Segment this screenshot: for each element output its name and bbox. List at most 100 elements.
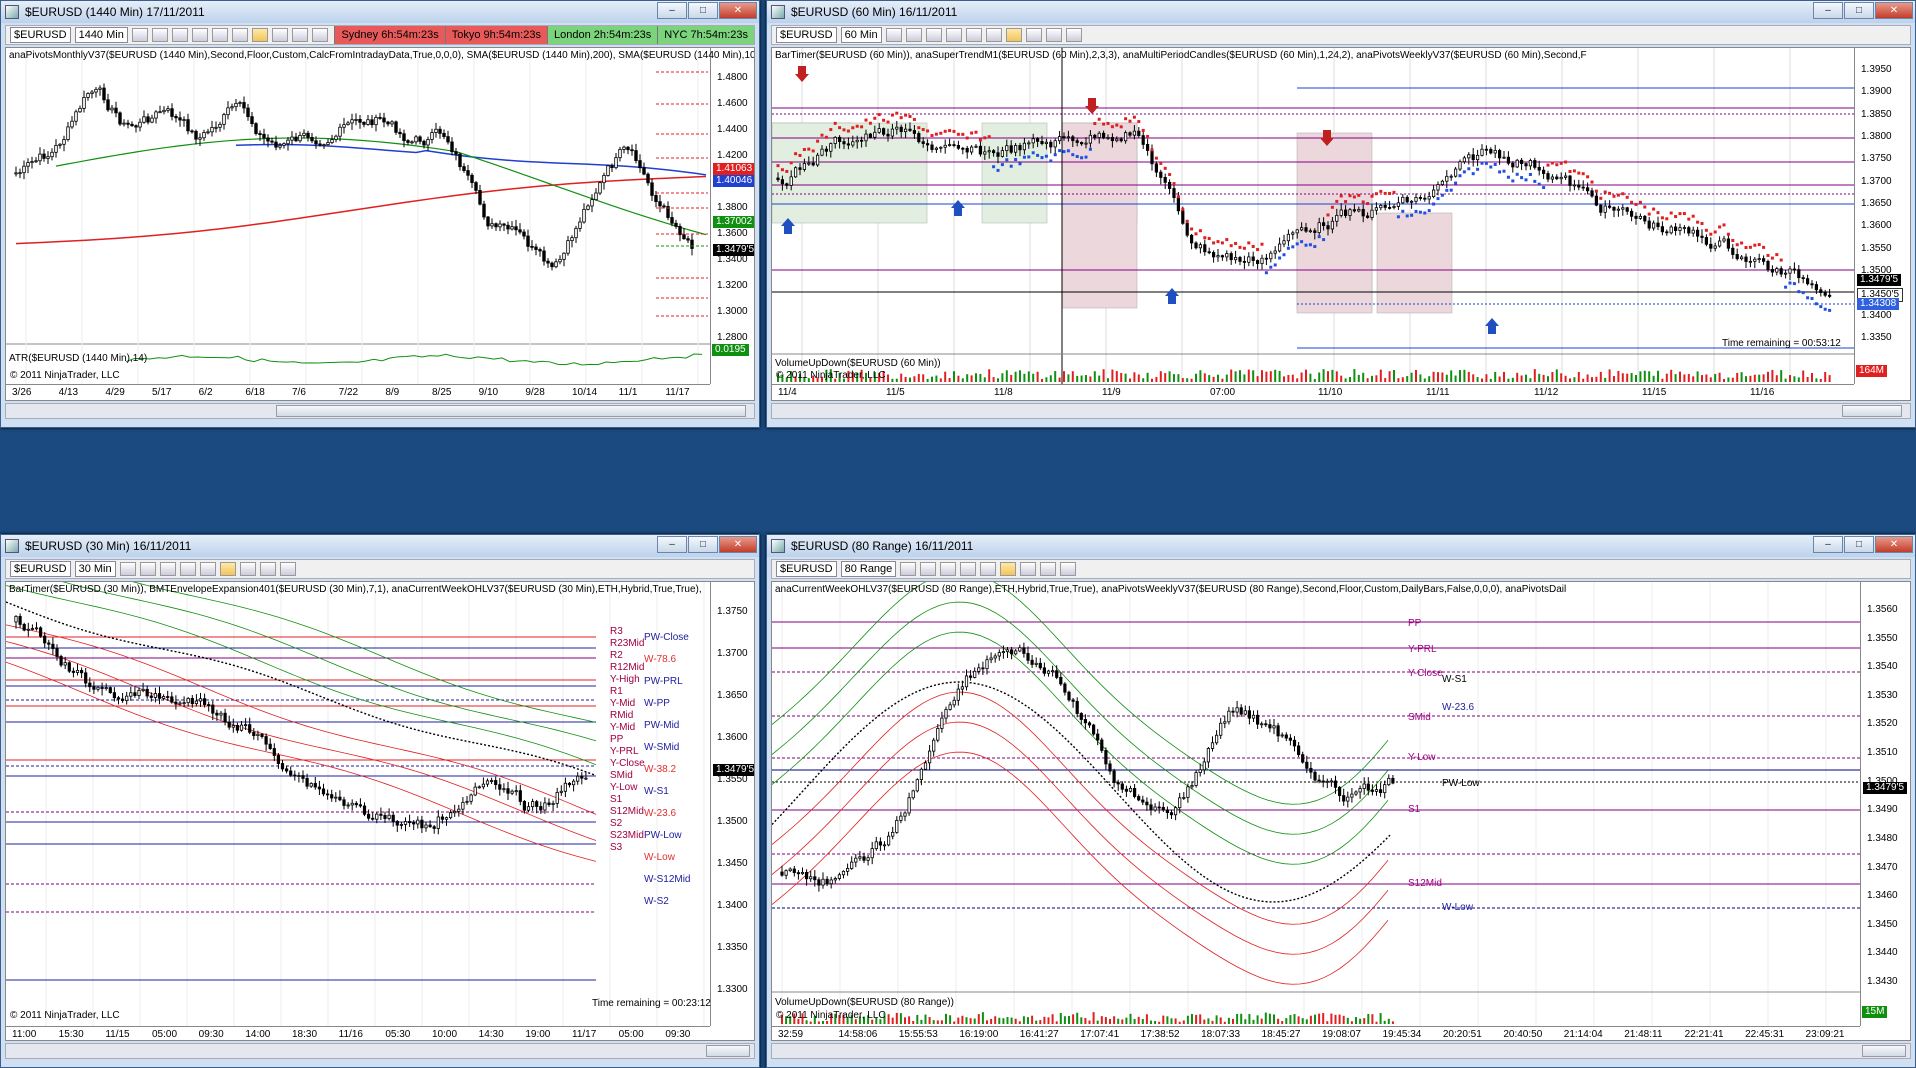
chart-trader-icon[interactable] [1045,28,1062,42]
chart-window-60min[interactable]: $EURUSD (60 Min) 16/11/2011 – □ ✕ $EURUS… [766,0,1916,428]
print-icon[interactable] [311,28,328,42]
title-bar[interactable]: $EURUSD (1440 Min) 17/11/2011 – □ ✕ [1,1,759,23]
crosshair-icon[interactable] [980,562,997,576]
print-icon[interactable] [1060,562,1077,576]
chart-trader-icon[interactable] [1040,562,1057,576]
scrollbar-thumb[interactable] [1842,405,1902,417]
interval-selector[interactable]: 30 Min [74,561,116,577]
maximize-button[interactable]: □ [688,536,718,553]
chart-panel[interactable]: anaPivotsMonthlyV37($EURUSD (1440 Min),S… [5,47,755,401]
price-axis[interactable]: 1.35601.35501.35401.35301.35201.35101.35… [1860,582,1910,1026]
volume-bar [1674,374,1677,382]
interval-selector[interactable]: 60 Min [840,27,882,43]
chart-panel[interactable]: BarTimer($EURUSD (60 Min)), anaSuperTren… [771,47,1911,401]
data-box-icon[interactable] [251,28,268,42]
bar-type-icon[interactable] [900,562,917,576]
instrument-selector[interactable]: $EURUSD [10,561,71,577]
instrument-selector[interactable]: $EURUSD [776,561,837,577]
chart-trader-icon[interactable] [259,562,276,576]
indicator-icon[interactable] [940,562,957,576]
minimize-button[interactable]: – [657,2,687,19]
pencil-icon[interactable] [905,28,922,42]
daily-candle [58,143,62,146]
instrument-selector[interactable]: $EURUSD [776,27,837,43]
indicator-icon[interactable] [925,28,942,42]
price-axis[interactable]: 1.3750 1.3700 1.3650 1.3600 1.3550 1.3500 1.34… [710,582,754,1026]
interval-selector[interactable]: 1440 Min [74,27,128,43]
pencil-icon[interactable] [139,562,156,576]
properties-icon[interactable] [239,562,256,576]
data-box-icon[interactable] [1000,562,1017,576]
crosshair-icon[interactable] [985,28,1002,42]
chart-window-80range[interactable]: $EURUSD (80 Range) 16/11/2011 – □ ✕ $EUR… [766,534,1916,1068]
volume-bar [961,1015,964,1024]
hourly-candle [793,167,798,178]
daily-candle [326,142,330,146]
indicator-icon[interactable] [171,28,188,42]
properties-icon[interactable] [1025,28,1042,42]
hourly-candle [1801,277,1805,280]
bar-type-icon[interactable] [119,562,136,576]
strategy-icon[interactable] [945,28,962,42]
minimize-button[interactable]: – [657,536,687,553]
zoom-icon[interactable] [965,28,982,42]
strategy-icon[interactable] [191,28,208,42]
close-button[interactable]: ✕ [719,536,757,553]
chart-window-daily[interactable]: $EURUSD (1440 Min) 17/11/2011 – □ ✕ $EUR… [0,0,760,428]
title-bar[interactable]: $EURUSD (80 Range) 16/11/2011 – □ ✕ [767,535,1915,557]
horizontal-scrollbar[interactable] [771,403,1911,419]
indicator-icon[interactable] [159,562,176,576]
range-candle [919,768,923,781]
horizontal-scrollbar[interactable] [5,403,755,419]
pencil-icon[interactable] [151,28,168,42]
price-badge: 1.40046 [713,175,754,187]
zoom-icon[interactable] [211,28,228,42]
maximize-button[interactable]: □ [688,2,718,19]
chart-trader-icon[interactable] [291,28,308,42]
title-bar[interactable]: $EURUSD (30 Min) 16/11/2011 – □ ✕ [1,535,759,557]
close-button[interactable]: ✕ [1875,2,1913,19]
bar-type-icon[interactable] [131,28,148,42]
crosshair-icon[interactable] [199,562,216,576]
hourly-candle [1414,197,1418,202]
minimize-button[interactable]: – [1813,2,1843,19]
supertrend-dot-red [802,147,806,151]
chart-panel[interactable]: anaCurrentWeekOHLV37($EURUSD (80 Range),… [771,581,1911,1041]
chart-panel[interactable]: BarTimer($EURUSD (30 Min)), BMTEnvelopeE… [5,581,755,1041]
maximize-button[interactable]: □ [1844,2,1874,19]
bar-type-icon[interactable] [885,28,902,42]
strategy-icon[interactable] [179,562,196,576]
interval-selector[interactable]: 80 Range [840,561,897,577]
price-axis[interactable]: 1.3950 1.3900 1.3850 1.3800 1.3750 1.3700 1.36… [1854,48,1910,384]
chart-window-30min[interactable]: $EURUSD (30 Min) 16/11/2011 – □ ✕ $EURUS… [0,534,760,1068]
scrollbar-thumb[interactable] [706,1045,750,1057]
data-box-icon[interactable] [1005,28,1022,42]
time-tick: 11/1 [618,387,638,398]
properties-icon[interactable] [271,28,288,42]
hourly-candle [1555,176,1559,180]
maximize-button[interactable]: □ [1844,536,1874,553]
price-chart[interactable] [772,582,1911,1041]
close-button[interactable]: ✕ [1875,536,1913,553]
close-button[interactable]: ✕ [719,2,757,19]
properties-icon[interactable] [1020,562,1037,576]
volume-bar [1415,369,1417,382]
scrollbar-thumb[interactable] [276,405,746,417]
supertrend-dot-red [970,131,974,135]
price-axis[interactable]: 1.48001.46001.44001.42001.40001.38001.36… [710,48,754,384]
pencil-icon[interactable] [920,562,937,576]
crosshair-icon[interactable] [231,28,248,42]
horizontal-scrollbar[interactable] [5,1043,755,1059]
data-box-icon[interactable] [219,562,236,576]
minimize-button[interactable]: – [1813,536,1843,553]
instrument-selector[interactable]: $EURUSD [10,27,71,43]
volume-bar [1423,378,1426,382]
horizontal-scrollbar[interactable] [771,1043,1911,1059]
title-bar[interactable]: $EURUSD (60 Min) 16/11/2011 – □ ✕ [767,1,1915,23]
print-icon[interactable] [1065,28,1082,42]
strategy-icon[interactable] [960,562,977,576]
price-chart[interactable] [6,48,755,401]
scrollbar-thumb[interactable] [1862,1045,1906,1057]
volume-bar [1089,376,1092,382]
print-icon[interactable] [279,562,296,576]
